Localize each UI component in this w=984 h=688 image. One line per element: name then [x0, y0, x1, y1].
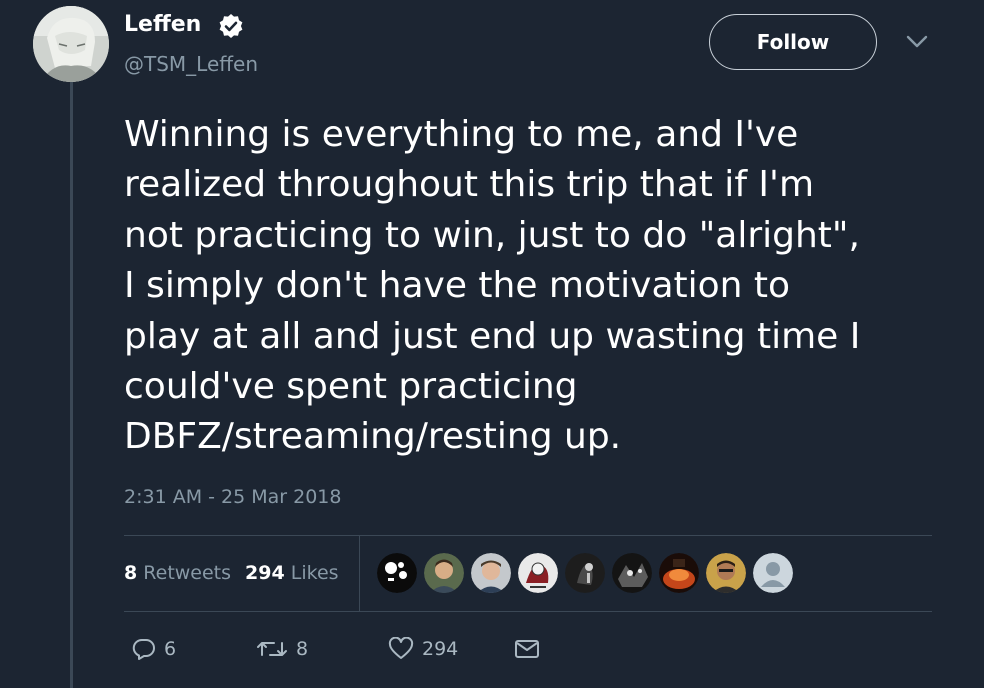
retweet-icon	[257, 642, 287, 656]
retweet-count: 8	[296, 638, 309, 660]
liker-avatar-5[interactable]	[565, 553, 605, 593]
likes-label: Likes	[290, 562, 339, 584]
retweet-button[interactable]: 8	[256, 637, 308, 661]
direct-message-button[interactable]	[514, 637, 540, 661]
thread-line	[70, 80, 73, 688]
liker-avatar-6[interactable]	[612, 553, 652, 593]
user-handle[interactable]: @TSM_Leffen	[124, 52, 258, 76]
stats-separator	[359, 536, 360, 612]
liker-avatar-8[interactable]	[706, 553, 746, 593]
likes-stat[interactable]: 294 Likes	[245, 562, 339, 584]
divider-bottom	[124, 611, 932, 612]
reply-icon	[132, 638, 155, 660]
liker-avatar-2[interactable]	[424, 553, 464, 593]
follow-button[interactable]: Follow	[709, 14, 877, 70]
retweets-count: 8	[124, 562, 138, 584]
liker-avatar-4[interactable]	[518, 553, 558, 593]
like-button[interactable]: 294	[388, 637, 458, 661]
envelope-icon	[515, 640, 539, 658]
liker-avatar-3[interactable]	[471, 553, 511, 593]
author-avatar[interactable]	[33, 6, 109, 82]
liker-avatar-1[interactable]	[377, 553, 417, 593]
display-name[interactable]: Leffen	[124, 12, 201, 37]
verified-badge-icon	[219, 14, 243, 38]
engagement-stats: 8 Retweets 294 Likes	[124, 562, 339, 584]
divider-top	[124, 535, 932, 536]
liker-avatar-7[interactable]	[659, 553, 699, 593]
likes-count: 294	[245, 562, 285, 584]
author-avatar-image	[33, 6, 109, 82]
reply-count: 6	[164, 638, 177, 660]
heart-icon	[388, 637, 414, 659]
like-count: 294	[422, 638, 459, 660]
tweet-text: Winning is everything to me, and I've re…	[124, 114, 861, 458]
tweet-timestamp[interactable]: 2:31 AM - 25 Mar 2018	[124, 486, 342, 508]
chevron-down-icon[interactable]	[904, 33, 930, 51]
retweets-stat[interactable]: 8 Retweets	[124, 562, 231, 584]
liker-avatar-9[interactable]	[753, 553, 793, 593]
reply-button[interactable]: 6	[132, 637, 176, 661]
retweets-label: Retweets	[143, 562, 232, 584]
